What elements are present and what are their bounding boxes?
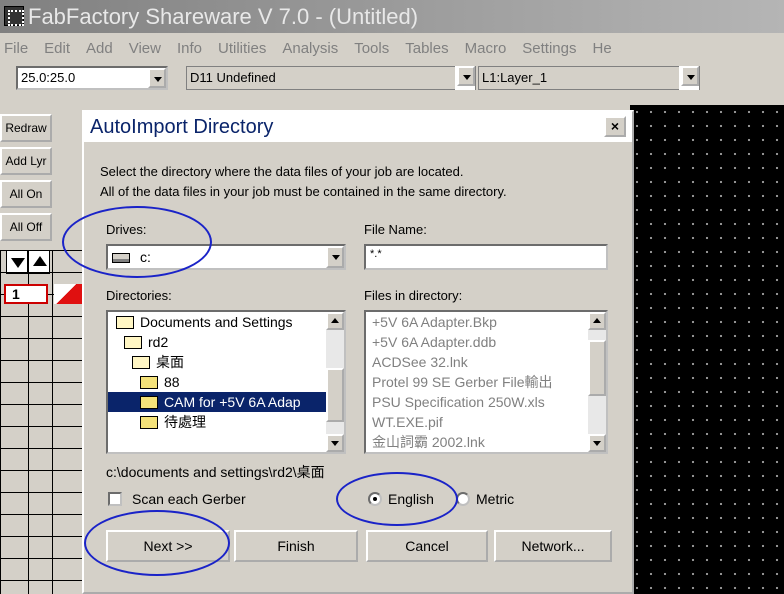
file-name-input[interactable]: *.*	[364, 244, 608, 270]
highlight-ring-next	[84, 510, 230, 576]
directory-item[interactable]: 桌面	[108, 352, 344, 372]
file-name-label: File Name:	[364, 222, 427, 237]
chevron-down-icon[interactable]	[148, 68, 166, 88]
highlight-ring-english	[336, 472, 458, 526]
zoom-select[interactable]: 25.0:25.0	[16, 66, 168, 90]
directories-list[interactable]: Documents and Settings rd2 桌面 88 CAM for…	[106, 310, 346, 454]
menu-tables[interactable]: Tables	[397, 40, 456, 57]
layer-table-line	[52, 250, 53, 594]
folder-icon	[140, 395, 158, 409]
dcode-value: D11 Undefined	[190, 70, 276, 85]
instruction-line-1: Select the directory where the data file…	[100, 164, 464, 179]
file-item[interactable]: +5V 6A Adapter.Bkp	[366, 312, 606, 332]
directory-label: 88	[164, 374, 180, 390]
current-path: c:\documents and settings\rd2\桌面	[106, 464, 325, 480]
close-button[interactable]: ×	[604, 116, 626, 137]
drawing-canvas[interactable]	[630, 105, 784, 594]
menu-macro[interactable]: Macro	[457, 40, 515, 57]
app-title: FabFactory Shareware V 7.0 - (Untitled)	[28, 4, 419, 29]
menu-help[interactable]: He	[585, 40, 620, 57]
layer-select[interactable]: L1:Layer_1	[478, 66, 700, 90]
metric-label: Metric	[476, 491, 515, 507]
all-on-button[interactable]: All On	[0, 180, 52, 208]
menu-edit[interactable]: Edit	[36, 40, 78, 57]
all-off-button[interactable]: All Off	[0, 213, 52, 241]
directories-label: Directories:	[106, 288, 172, 303]
directory-label: rd2	[148, 334, 169, 350]
scroll-thumb[interactable]	[588, 340, 606, 396]
menu-info[interactable]: Info	[169, 40, 210, 57]
app-icon	[4, 6, 24, 26]
directory-label: 桌面	[156, 354, 184, 370]
chevron-down-icon[interactable]	[457, 66, 475, 86]
metric-radio[interactable]	[456, 492, 470, 506]
menu-view[interactable]: View	[121, 40, 169, 57]
network-button[interactable]: Network...	[494, 530, 612, 562]
menu-add[interactable]: Add	[78, 40, 121, 57]
scroll-down-button[interactable]	[326, 434, 344, 452]
chevron-down-icon[interactable]	[681, 66, 699, 86]
directory-item[interactable]: 88	[108, 372, 344, 392]
file-item[interactable]: 金山詞霸 2002.lnk	[366, 432, 606, 452]
scan-gerber-checkbox[interactable]	[108, 492, 122, 506]
scan-gerber-label: Scan each Gerber	[132, 491, 246, 507]
app-title-bar: FabFactory Shareware V 7.0 - (Untitled)	[0, 0, 784, 33]
file-item[interactable]: Protel 99 SE Gerber File輸出	[366, 372, 606, 392]
layer-color-swatch[interactable]	[54, 284, 84, 304]
file-item[interactable]: WT.EXE.pif	[366, 412, 606, 432]
toolbar: 25.0:25.0 D11 Undefined L1:Layer_1	[0, 66, 784, 102]
menu-analysis[interactable]: Analysis	[274, 40, 346, 57]
scroll-up-button[interactable]	[326, 312, 344, 330]
open-folder-icon	[132, 355, 150, 369]
scroll-thumb[interactable]	[326, 368, 344, 422]
instruction-line-2: All of the data files in your job must b…	[100, 184, 507, 199]
directories-scrollbar[interactable]	[326, 312, 344, 452]
directory-item[interactable]: rd2	[108, 332, 344, 352]
dcode-select[interactable]: D11 Undefined	[186, 66, 476, 90]
directory-label: Documents and Settings	[140, 314, 293, 330]
open-folder-icon	[124, 335, 142, 349]
menu-tools[interactable]: Tools	[346, 40, 397, 57]
folder-icon	[140, 375, 158, 389]
menu-file[interactable]: File	[0, 40, 36, 57]
files-list[interactable]: +5V 6A Adapter.Bkp +5V 6A Adapter.ddb AC…	[364, 310, 608, 454]
directory-item-selected[interactable]: CAM for +5V 6A Adap	[108, 392, 344, 412]
file-item[interactable]: PSU Specification 250W.xls	[366, 392, 606, 412]
layer-value: L1:Layer_1	[482, 70, 548, 85]
scroll-down-button[interactable]	[588, 434, 606, 452]
file-item[interactable]: +5V 6A Adapter.ddb	[366, 332, 606, 352]
directory-item[interactable]: Documents and Settings	[108, 312, 344, 332]
folder-icon	[140, 415, 158, 429]
files-scrollbar[interactable]	[588, 312, 606, 452]
layer-number-cell[interactable]: 1	[4, 284, 48, 304]
directory-label: CAM for +5V 6A Adap	[164, 394, 301, 410]
scroll-up-button[interactable]	[588, 312, 606, 330]
add-layer-button[interactable]: Add Lyr	[0, 147, 52, 175]
menu-settings[interactable]: Settings	[514, 40, 584, 57]
finish-button[interactable]: Finish	[234, 530, 358, 562]
files-label: Files in directory:	[364, 288, 463, 303]
open-folder-icon	[116, 315, 134, 329]
file-item[interactable]: ACDSee 32.lnk	[366, 352, 606, 372]
dialog-title: AutoImport Directory	[84, 112, 632, 142]
zoom-value: 25.0:25.0	[21, 70, 76, 85]
directory-item[interactable]: 待處理	[108, 412, 344, 432]
cancel-button[interactable]: Cancel	[366, 530, 488, 562]
chevron-down-icon[interactable]	[326, 246, 344, 268]
redraw-button[interactable]: Redraw	[0, 114, 52, 142]
highlight-ring-drives	[62, 206, 212, 278]
layer-table-line	[0, 250, 1, 594]
menu-bar: File Edit Add View Info Utilities Analys…	[0, 35, 784, 62]
directory-label: 待處理	[164, 414, 206, 430]
menu-utilities[interactable]: Utilities	[210, 40, 274, 57]
